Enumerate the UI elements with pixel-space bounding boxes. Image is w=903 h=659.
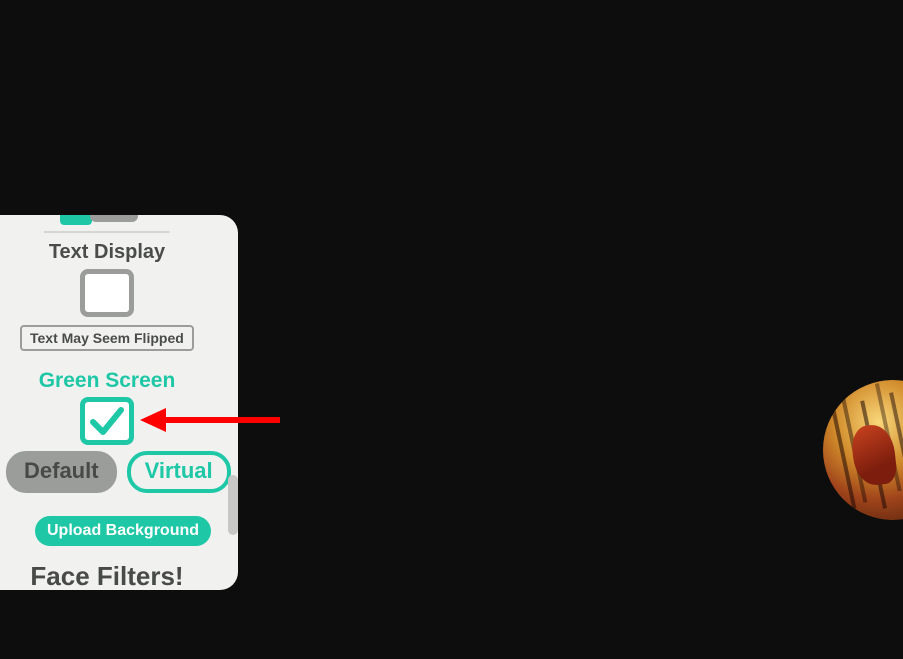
upload-background-button[interactable]: Upload Background [35,516,211,546]
green-screen-title: Green Screen [0,369,214,393]
text-display-title: Text Display [0,241,214,264]
toggle-fragment-green [60,215,92,225]
section-divider [44,231,170,233]
profile-avatar[interactable] [823,380,903,520]
previous-toggle-cutoff [60,215,138,225]
checkmark-icon [85,402,129,440]
panel-scrollbar-thumb[interactable] [228,475,238,535]
green-screen-checkbox[interactable] [80,397,134,445]
default-mode-button[interactable]: Default [6,451,117,493]
virtual-mode-button[interactable]: Virtual [127,451,231,493]
green-screen-mode-row: Default Virtual [6,451,231,493]
toggle-fragment-gray [90,215,138,222]
text-display-checkbox[interactable] [80,269,134,317]
face-filters-title: Face Filters! [0,561,214,590]
settings-panel: Text Display Text May Seem Flipped Green… [0,215,238,590]
text-flip-note: Text May Seem Flipped [20,325,194,351]
